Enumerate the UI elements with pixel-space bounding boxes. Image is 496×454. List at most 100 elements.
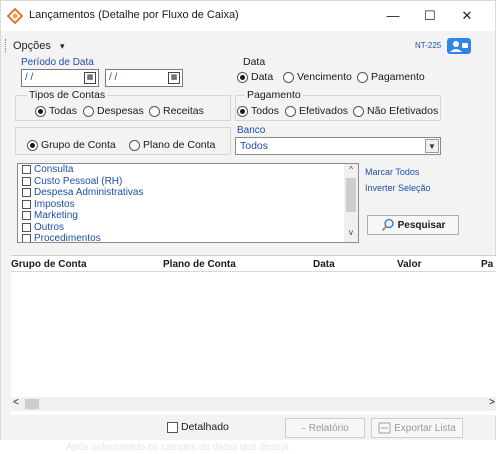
close-button[interactable]: ✕ — [449, 1, 485, 31]
exportar-lista-button[interactable]: Exportar Lista — [371, 418, 463, 438]
title-bar: Lançamentos (Detalhe por Fluxo de Caixa)… — [1, 1, 495, 31]
checkbox[interactable] — [22, 176, 31, 186]
detalhado-checkbox[interactable]: Detalhado — [167, 421, 229, 433]
list-item[interactable]: Procedimentos — [18, 233, 358, 243]
checkbox[interactable] — [22, 211, 31, 221]
marcar-todos-link[interactable]: Marcar Todos — [365, 167, 419, 177]
scroll-left-icon[interactable]: < — [13, 397, 19, 408]
calendar-icon[interactable]: ▦ — [84, 72, 96, 84]
radio-efetivados-label: Efetivados — [299, 105, 349, 117]
chevron-down-icon: ▾ — [59, 41, 65, 51]
bottom-bar: Detalhado ⎯ Relatório Exportar Lista — [1, 415, 495, 441]
radio-todas-label: Todas — [49, 105, 78, 117]
list-item[interactable]: Outros — [18, 222, 358, 234]
calendar-icon[interactable]: ▦ — [168, 72, 180, 84]
radio-vencimento[interactable]: Vencimento — [283, 71, 352, 83]
banco-label: Banco — [237, 125, 266, 136]
window-title: Lançamentos (Detalhe por Fluxo de Caixa) — [29, 9, 239, 21]
nt-code-label: NT-225 — [415, 41, 442, 50]
relatorio-button[interactable]: ⎯ Relatório — [285, 418, 365, 438]
scrollbar-thumb[interactable] — [346, 178, 356, 212]
pagamento-group-title: Pagamento — [245, 89, 303, 101]
exportar-label: Exportar Lista — [394, 422, 456, 434]
radio-receitas[interactable]: Receitas — [149, 105, 204, 117]
radio-grupo-conta-label: Grupo de Conta — [41, 139, 116, 151]
radio-pagamento-label: Pagamento — [371, 71, 425, 83]
opcoes-menu[interactable]: Opções ▾ — [13, 40, 65, 52]
list-item[interactable]: Marketing — [18, 210, 358, 222]
column-header[interactable]: Grupo de Conta — [11, 259, 87, 270]
periodo-label: Período de Data — [21, 57, 94, 68]
date-start-value: / / — [25, 72, 34, 83]
list-item[interactable]: Consulta — [18, 164, 358, 176]
scroll-down-icon[interactable]: v — [344, 228, 358, 240]
account-groups-list[interactable]: Consulta Custo Pessoal (RH) Despesa Admi… — [17, 163, 359, 243]
radio-plano-conta[interactable]: Plano de Conta — [129, 139, 215, 151]
grid-horizontal-scrollbar[interactable]: < > — [11, 397, 496, 411]
list-item-label: Procedimentos — [34, 233, 101, 243]
maximize-button[interactable]: ☐ — [412, 1, 448, 31]
scroll-up-icon[interactable]: ^ — [344, 165, 358, 177]
report-icon: ⎯ — [301, 422, 306, 433]
pesquisar-label: Pesquisar — [397, 219, 446, 231]
banco-select[interactable]: Todos ▼ — [235, 137, 441, 155]
scroll-right-icon[interactable]: > — [489, 397, 495, 408]
banco-select-value: Todos — [240, 140, 269, 152]
radio-data[interactable]: Data — [237, 71, 273, 83]
list-item[interactable]: Impostos — [18, 199, 358, 211]
tipos-group-title: Tipos de Contas — [27, 89, 108, 101]
radio-data-label: Data — [251, 71, 274, 83]
search-icon — [381, 218, 394, 232]
users-icon — [450, 41, 468, 52]
list-item-label: Despesa Administrativas — [34, 187, 144, 199]
radio-grupo-conta[interactable]: Grupo de Conta — [27, 139, 116, 151]
chevron-down-icon[interactable]: ▼ — [425, 139, 439, 153]
background-hint-text: Após selecionado os campos de datas que … — [66, 442, 289, 453]
date-end-value: / / — [109, 72, 118, 83]
checkbox[interactable] — [167, 421, 178, 433]
list-item[interactable]: Despesa Administrativas — [18, 187, 358, 199]
checkbox[interactable] — [22, 222, 31, 232]
radio-plano-conta-label: Plano de Conta — [143, 139, 216, 151]
checkbox[interactable] — [22, 165, 31, 175]
checkbox[interactable] — [22, 199, 31, 209]
results-grid[interactable]: Grupo de Conta Plano de Conta Data Valor… — [11, 255, 496, 415]
inverter-selecao-link[interactable]: Inverter Seleção — [365, 183, 431, 193]
radio-despesas-label: Despesas — [97, 105, 144, 117]
list-item-label: Custo Pessoal (RH) — [34, 175, 123, 187]
grid-header: Grupo de Conta Plano de Conta Data Valor… — [11, 256, 496, 272]
list-item[interactable]: Custo Pessoal (RH) — [18, 176, 358, 188]
user-button[interactable] — [447, 38, 471, 54]
list-item-label: Outros — [34, 221, 65, 233]
checkbox[interactable] — [22, 188, 31, 198]
list-scrollbar[interactable]: ^ v — [344, 164, 358, 242]
scrollbar-thumb[interactable] — [25, 399, 39, 409]
data-group-title: Data — [241, 56, 268, 68]
pesquisar-button[interactable]: Pesquisar — [367, 215, 459, 235]
toolbar-grip — [5, 39, 7, 53]
radio-despesas[interactable]: Despesas — [83, 105, 144, 117]
main-window: Lançamentos (Detalhe por Fluxo de Caixa)… — [0, 0, 496, 441]
radio-todos[interactable]: Todos — [237, 105, 279, 117]
column-header[interactable]: Plano de Conta — [163, 259, 236, 270]
radio-receitas-label: Receitas — [163, 105, 204, 117]
minimize-button[interactable]: — — [375, 1, 411, 31]
menu-bar: Opções ▾ NT-225 — [1, 37, 495, 55]
column-header[interactable]: Data — [313, 259, 335, 270]
radio-nao-efetivados-label: Não Efetivados — [367, 105, 439, 117]
column-header[interactable]: Pa — [481, 259, 493, 270]
radio-pagamento[interactable]: Pagamento — [357, 71, 425, 83]
radio-nao-efetivados[interactable]: Não Efetivados — [353, 105, 438, 117]
date-end-field[interactable]: / / ▦ — [105, 69, 183, 87]
radio-todos-label: Todos — [251, 105, 280, 117]
date-start-field[interactable]: / / ▦ — [21, 69, 99, 87]
background-hint: Após selecionado os campos de datas que … — [0, 440, 496, 454]
list-item-label: Impostos — [34, 198, 75, 210]
column-header[interactable]: Valor — [397, 259, 421, 270]
list-item-label: Consulta — [34, 164, 74, 176]
checkbox[interactable] — [22, 234, 31, 242]
radio-efetivados[interactable]: Efetivados — [285, 105, 348, 117]
radio-todas[interactable]: Todas — [35, 105, 77, 117]
detalhado-label: Detalhado — [181, 421, 229, 433]
export-icon — [378, 422, 391, 434]
